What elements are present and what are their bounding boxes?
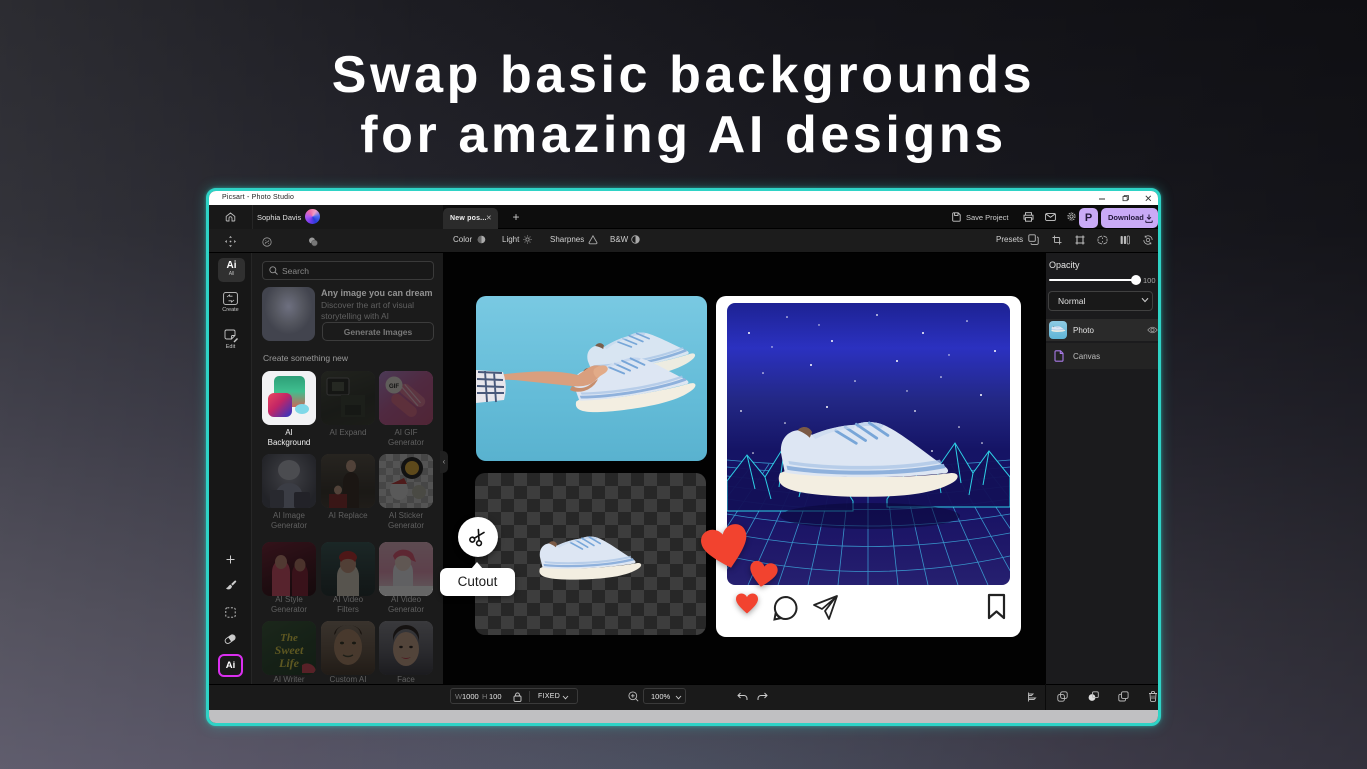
- svg-text:Sweet: Sweet: [275, 643, 304, 657]
- svg-text:GIF: GIF: [389, 384, 399, 390]
- svg-text:The: The: [280, 632, 298, 644]
- svg-text:Life: Life: [278, 656, 300, 670]
